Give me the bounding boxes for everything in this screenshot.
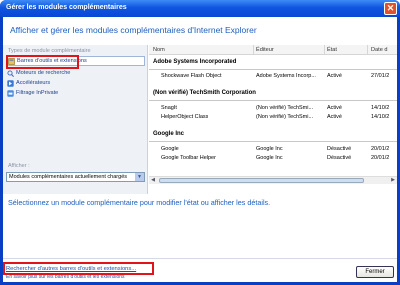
cell-name: SnagIt bbox=[161, 105, 177, 111]
cell-date: 27/01/2 bbox=[371, 73, 390, 79]
addon-type-label: Moteurs de recherche bbox=[16, 70, 71, 76]
cell-date: 20/01/2 bbox=[371, 146, 390, 152]
cell-publisher: Adobe Systems Incorp... bbox=[256, 73, 316, 79]
horizontal-scrollbar[interactable]: ◀ ▶ bbox=[149, 176, 397, 184]
cell-publisher: (Non vérifié) TechSmi... bbox=[256, 114, 314, 120]
page-title: Afficher et gérer les modules complément… bbox=[10, 25, 257, 35]
scroll-left-icon[interactable]: ◀ bbox=[149, 177, 157, 184]
cell-status: Activé bbox=[327, 73, 342, 79]
close-button[interactable]: Fermer bbox=[356, 266, 394, 278]
table-row[interactable]: HelperObject Class (Non vérifié) TechSmi… bbox=[149, 112, 397, 122]
column-divider[interactable] bbox=[324, 45, 325, 55]
highlight-box-find-more bbox=[3, 262, 154, 275]
search-icon bbox=[7, 69, 14, 77]
column-divider[interactable] bbox=[367, 45, 368, 55]
highlight-box-toolbars bbox=[6, 55, 79, 69]
addons-table: Nom Éditeur État Date d Adobe Systems In… bbox=[149, 45, 397, 176]
column-header-name[interactable]: Nom bbox=[153, 47, 165, 53]
table-row[interactable]: Google Toolbar Helper Google Inc Désacti… bbox=[149, 153, 397, 163]
column-header-status[interactable]: État bbox=[327, 47, 337, 53]
addon-type-label: Filtrage InPrivate bbox=[16, 90, 59, 96]
table-row[interactable]: Shockwave Flash Object Adobe Systems Inc… bbox=[149, 71, 397, 81]
group-header: Adobe Systems Incorporated bbox=[153, 59, 237, 65]
cell-name: HelperObject Class bbox=[161, 114, 209, 120]
addon-type-label: Accélérateurs bbox=[16, 80, 51, 86]
cell-date: 20/01/2 bbox=[371, 155, 390, 161]
addon-types-label: Types de module complémentaire bbox=[8, 48, 91, 54]
cell-name: Shockwave Flash Object bbox=[161, 73, 222, 79]
dialog-window: Gérer les modules complémentaires ✕ Affi… bbox=[0, 0, 400, 285]
scrollbar-thumb[interactable] bbox=[159, 178, 364, 183]
group-divider bbox=[149, 100, 397, 101]
inprivate-icon bbox=[7, 89, 14, 97]
window-close-button[interactable]: ✕ bbox=[384, 2, 397, 15]
column-header-publisher[interactable]: Éditeur bbox=[256, 47, 274, 53]
show-label: Afficher : bbox=[8, 163, 30, 169]
chevron-down-icon[interactable]: ▼ bbox=[135, 173, 144, 181]
cell-publisher: Google Inc bbox=[256, 155, 283, 161]
group-header: (Non vérifié) TechSmith Corporation bbox=[153, 90, 256, 96]
table-header: Nom Éditeur État Date d bbox=[149, 45, 397, 55]
cell-publisher: Google Inc bbox=[256, 146, 283, 152]
column-divider[interactable] bbox=[253, 45, 254, 55]
close-icon: ✕ bbox=[386, 3, 395, 13]
footer-divider bbox=[3, 258, 397, 259]
group-divider bbox=[149, 141, 397, 142]
show-filter-select[interactable]: Modules complémentaires actuellement cha… bbox=[6, 172, 145, 182]
cell-publisher: (Non vérifié) TechSmi... bbox=[256, 105, 314, 111]
group-divider bbox=[149, 69, 397, 70]
addon-type-inprivate[interactable]: Filtrage InPrivate bbox=[7, 88, 145, 98]
accelerator-icon bbox=[7, 79, 14, 87]
cell-status: Activé bbox=[327, 114, 342, 120]
cell-status: Désactivé bbox=[327, 146, 352, 152]
cell-status: Désactivé bbox=[327, 155, 352, 161]
cell-name: Google Toolbar Helper bbox=[161, 155, 216, 161]
cell-date: 14/10/2 bbox=[371, 114, 390, 120]
column-header-date[interactable]: Date d bbox=[371, 47, 387, 53]
cell-status: Activé bbox=[327, 105, 342, 111]
group-header: Google Inc bbox=[153, 131, 185, 137]
selection-hint: Sélectionnez un module complémentaire po… bbox=[8, 198, 271, 207]
window-title: Gérer les modules complémentaires bbox=[6, 4, 127, 11]
addon-type-accelerators[interactable]: Accélérateurs bbox=[7, 78, 145, 88]
show-filter-value: Modules complémentaires actuellement cha… bbox=[9, 174, 128, 180]
addon-type-search-providers[interactable]: Moteurs de recherche bbox=[7, 68, 145, 78]
scroll-right-icon[interactable]: ▶ bbox=[389, 177, 397, 184]
cell-date: 14/10/2 bbox=[371, 105, 390, 111]
title-bar[interactable]: Gérer les modules complémentaires ✕ bbox=[0, 0, 400, 17]
cell-name: Google bbox=[161, 146, 179, 152]
dialog-client-area: Afficher et gérer les modules complément… bbox=[3, 17, 397, 282]
